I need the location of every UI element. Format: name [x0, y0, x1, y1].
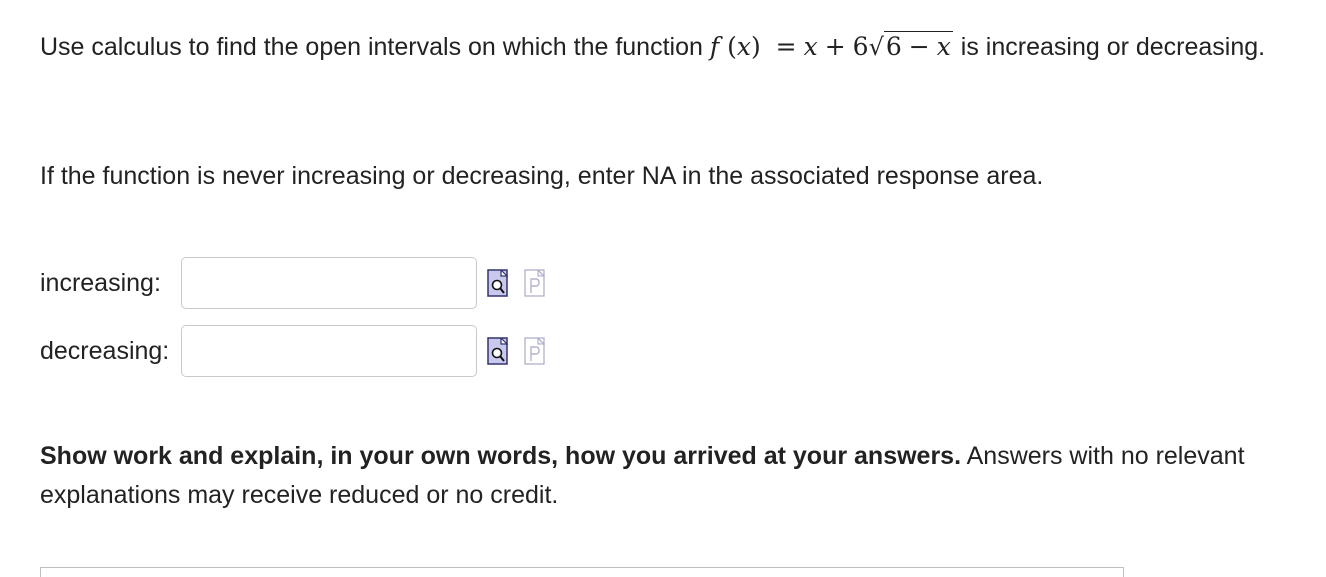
decreasing-label: decreasing:	[40, 336, 170, 365]
increasing-label: increasing:	[40, 268, 161, 297]
sqrt-radicand: 6− x	[883, 31, 953, 61]
work-editor-area[interactable]	[40, 567, 1124, 577]
plus-sign: +	[824, 32, 846, 61]
function-expression: f (x) = x +6√6− x	[709, 31, 953, 61]
preview-icon[interactable]	[487, 268, 509, 298]
preview-icon[interactable]	[487, 336, 509, 366]
sqrt-coefficient: 6	[852, 32, 869, 61]
work-instructions: Show work and explain, in your own words…	[40, 437, 1290, 515]
question-intro: Use calculus to find the open intervals …	[40, 33, 703, 61]
decreasing-input[interactable]	[181, 325, 477, 377]
question-text: Use calculus to find the open intervals …	[40, 27, 1290, 67]
radicand-variable: x	[936, 32, 951, 61]
term-x: x	[803, 32, 818, 61]
palette-icon[interactable]	[524, 336, 546, 366]
function-argument: x	[736, 32, 751, 61]
radicand-constant: 6	[885, 32, 902, 61]
equals-sign: =	[775, 32, 797, 61]
sqrt-icon: √	[868, 33, 884, 61]
function-name: f	[709, 32, 720, 61]
minus-sign: −	[908, 32, 930, 61]
increasing-row: increasing:	[40, 256, 546, 310]
question-outro: is increasing or decreasing.	[960, 33, 1266, 61]
work-instructions-bold: Show work and explain, in your own words…	[40, 442, 962, 470]
palette-icon[interactable]	[524, 268, 546, 298]
instruction-note: If the function is never increasing or d…	[40, 162, 1044, 190]
decreasing-row: decreasing:	[40, 324, 546, 378]
increasing-input[interactable]	[181, 257, 477, 309]
